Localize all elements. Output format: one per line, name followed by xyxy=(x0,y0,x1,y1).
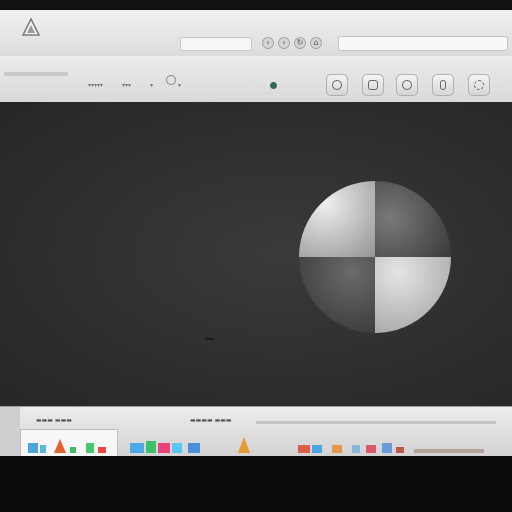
light-icon xyxy=(440,80,446,90)
home-button[interactable]: ⌂ xyxy=(310,37,322,49)
rotate-icon xyxy=(332,80,342,90)
status-dot-icon xyxy=(270,82,277,89)
sphere-icon xyxy=(402,80,412,90)
gear-icon xyxy=(474,80,484,90)
status-divider xyxy=(256,421,496,424)
render-viewport[interactable] xyxy=(0,102,512,406)
menu-item-4[interactable]: ▾ xyxy=(178,82,181,89)
forward-button[interactable]: › xyxy=(278,37,290,49)
dock-orange-icon[interactable] xyxy=(236,435,252,455)
search-input[interactable] xyxy=(338,36,508,51)
cone-icon xyxy=(54,439,66,453)
toolbar: ▾▾▾▾▾ ▾▾▾ ▾ ▾ xyxy=(0,56,512,103)
menu-item-3[interactable]: ▾ xyxy=(150,82,153,89)
record-icon[interactable] xyxy=(166,75,176,85)
zoom-icon xyxy=(368,80,378,90)
back-button[interactable]: ‹ xyxy=(262,37,274,49)
menu-strip xyxy=(4,72,68,76)
menu-item-1[interactable]: ▾▾▾▾▾ xyxy=(88,82,103,89)
reload-button[interactable]: ↻ xyxy=(294,37,306,49)
status-bar: ▬▬▬ ▬▬▬ ▬▬▬▬ ▬▬▬ xyxy=(0,406,512,456)
settings-tool-button[interactable] xyxy=(468,74,490,96)
app-window: ‹ › ↻ ⌂ ▾▾▾▾▾ ▾▾▾ ▾ ▾ ▬▬▬ ▬▬▬ ▬▬▬▬ ▬▬▬ xyxy=(0,10,512,456)
title-bar: ‹ › ↻ ⌂ xyxy=(0,10,512,57)
monitor-bezel-bottom xyxy=(0,456,512,512)
app-logo-icon xyxy=(21,17,41,36)
light-tool-button[interactable] xyxy=(432,74,454,96)
menu-item-2[interactable]: ▾▾▾ xyxy=(122,82,131,89)
status-left-text: ▬▬▬ ▬▬▬ xyxy=(36,417,72,424)
zoom-tool-button[interactable] xyxy=(362,74,384,96)
dock-edge xyxy=(0,407,20,456)
rotate-tool-button[interactable] xyxy=(326,74,348,96)
address-field[interactable] xyxy=(180,37,252,51)
cursor-mark xyxy=(205,338,214,340)
dock-right-icons[interactable] xyxy=(296,435,496,455)
status-mid-text: ▬▬▬▬ ▬▬▬ xyxy=(190,417,232,424)
dock-apps[interactable] xyxy=(128,435,218,455)
quadrant-sphere[interactable] xyxy=(298,180,452,334)
sphere-tool-button[interactable] xyxy=(396,74,418,96)
dock-thumbnails[interactable] xyxy=(26,435,116,455)
